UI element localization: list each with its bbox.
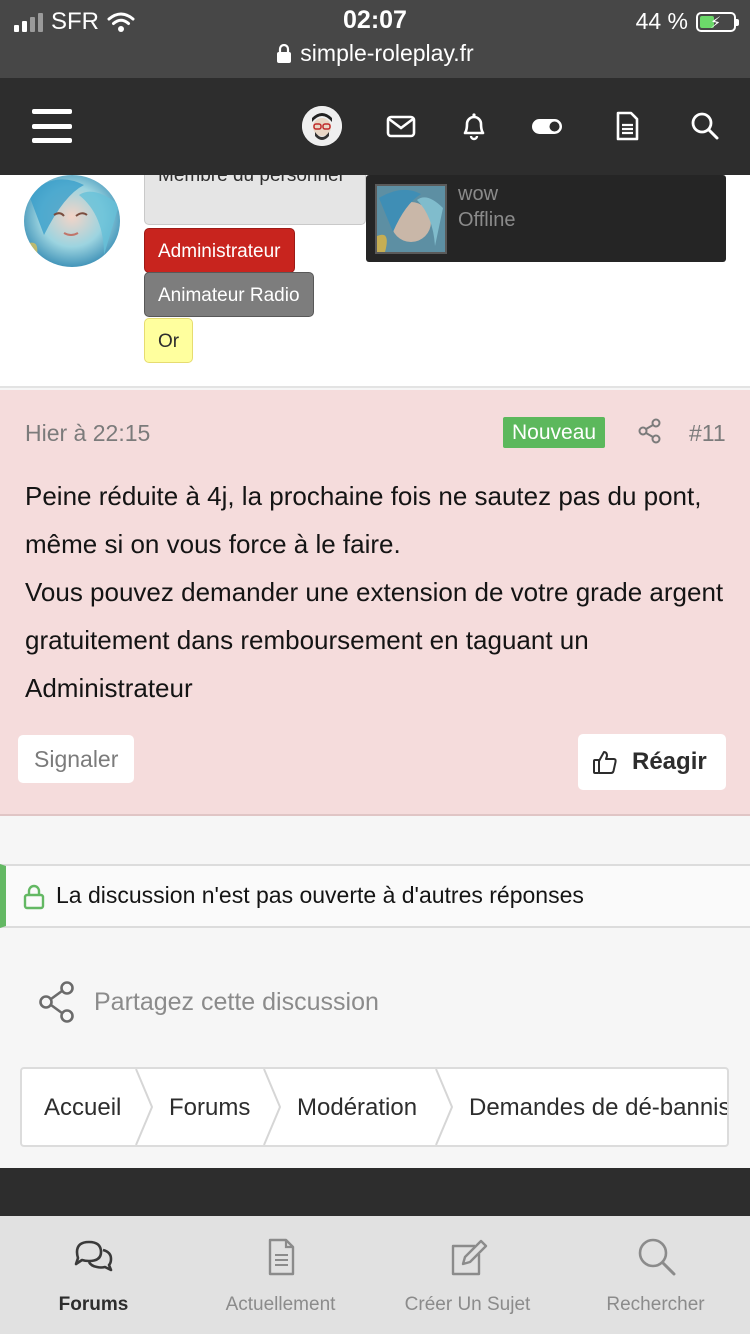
share-label: Partagez cette discussion — [94, 987, 379, 1016]
breadcrumb-item[interactable]: Accueil — [44, 1069, 121, 1145]
url-text: simple-roleplay.fr — [300, 40, 474, 66]
tab-forums[interactable]: Forums — [0, 1216, 187, 1334]
author-avatar[interactable] — [24, 175, 120, 267]
edit-icon — [451, 1239, 487, 1276]
toggle-icon[interactable] — [529, 108, 565, 144]
breadcrumb-item[interactable]: Demandes de dé-bannissement — [469, 1069, 727, 1145]
badge-staff: Membre du personnel — [144, 175, 366, 225]
footer-strip — [0, 1168, 750, 1216]
tooltip-avatar — [375, 184, 447, 254]
breadcrumb-item[interactable]: Forums — [169, 1069, 250, 1145]
breadcrumb: Accueil Forums Modération Demandes de dé… — [20, 1067, 729, 1147]
notice-text: La discussion n'est pas ouverte à d'autr… — [56, 882, 584, 908]
menu-icon[interactable] — [32, 109, 72, 143]
tab-label: Actuellement — [225, 1294, 336, 1315]
search-icon[interactable] — [687, 108, 723, 144]
battery-icon: ⚡ — [696, 11, 739, 32]
share-discussion[interactable]: Partagez cette discussion — [38, 980, 379, 1024]
status-bar: SFR 02:07 44 % ⚡ simple-roleplay.fr — [0, 0, 750, 78]
lock-icon — [277, 43, 292, 63]
breadcrumb-separator — [135, 1069, 154, 1145]
tab-create-topic[interactable]: Créer Un Sujet — [374, 1216, 561, 1334]
thread-closed-notice: La discussion n'est pas ouverte à d'autr… — [0, 864, 750, 928]
breadcrumb-item[interactable]: Modération — [297, 1069, 417, 1145]
post-body-line: Vous pouvez demander une extension de vo… — [25, 577, 724, 703]
post-date[interactable]: Hier à 22:15 — [25, 420, 150, 447]
thumbs-up-icon — [593, 751, 617, 774]
tab-current[interactable]: Actuellement — [187, 1216, 374, 1334]
tab-label: Créer Un Sujet — [404, 1294, 531, 1315]
lock-icon — [22, 884, 46, 910]
post-body-line: Peine réduite à 4j, la prochaine fois ne… — [25, 481, 702, 559]
tab-label: Rechercher — [606, 1294, 705, 1315]
post-message: Hier à 22:15 Nouveau #11 Peine réduite à… — [0, 390, 750, 816]
tab-label: Forums — [58, 1294, 129, 1315]
react-label: Réagir — [632, 748, 707, 775]
share-icon — [39, 981, 74, 1023]
url-bar[interactable]: simple-roleplay.fr — [0, 40, 750, 67]
avatar[interactable] — [302, 106, 342, 146]
document-icon — [268, 1238, 294, 1276]
breadcrumb-separator — [435, 1069, 454, 1145]
react-button[interactable]: Réagir — [578, 734, 726, 790]
report-button[interactable]: Signaler — [18, 735, 135, 783]
user-tooltip-card[interactable]: wow Offline — [366, 175, 726, 262]
battery-group: 44 % ⚡ — [635, 8, 739, 35]
top-navbar — [0, 78, 750, 175]
badge-radio-animator: Animateur Radio — [144, 272, 314, 317]
post-number[interactable]: #11 — [689, 420, 726, 447]
bottom-tab-bar: Forums Actuellement Créer Un Sujet Reche… — [0, 1216, 750, 1334]
new-tag: Nouveau — [503, 417, 606, 448]
chat-bubbles-icon — [74, 1240, 112, 1272]
bell-icon[interactable] — [456, 108, 492, 144]
post-body: Peine réduite à 4j, la prochaine fois ne… — [25, 472, 730, 712]
tab-search[interactable]: Rechercher — [562, 1216, 749, 1334]
breadcrumb-separator — [263, 1069, 282, 1145]
battery-percent: 44 % — [635, 8, 688, 34]
search-icon — [638, 1238, 675, 1276]
badge-administrator: Administrateur — [144, 228, 295, 273]
document-icon[interactable] — [609, 108, 645, 144]
mail-icon[interactable] — [383, 108, 419, 144]
share-icon[interactable] — [637, 418, 663, 444]
tooltip-status: Offline — [458, 209, 516, 231]
tooltip-username: wow — [458, 183, 499, 205]
badge-gold: Or — [144, 318, 194, 363]
post-author-panel: Membre du personnel Administrateur Anima… — [0, 175, 750, 388]
